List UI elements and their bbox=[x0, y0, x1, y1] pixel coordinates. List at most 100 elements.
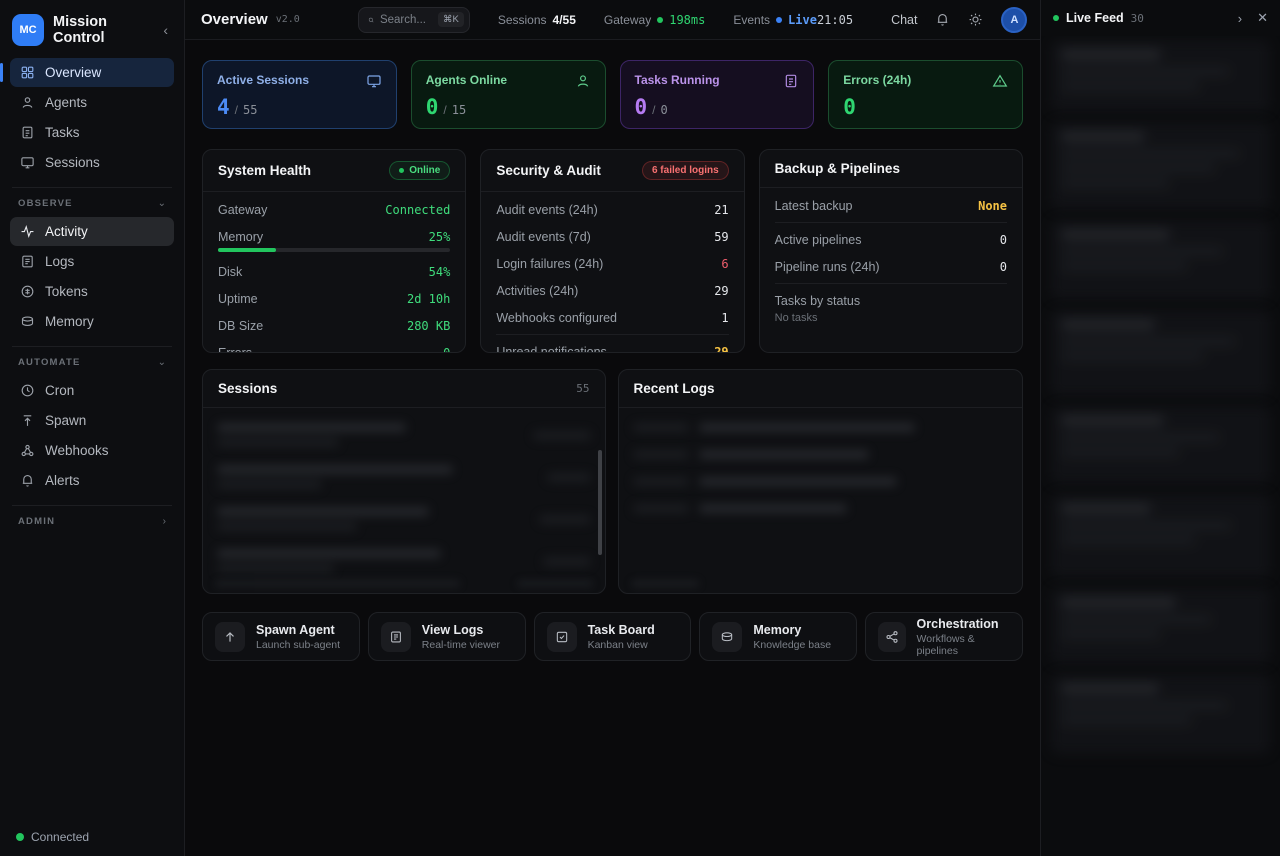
section-label: ADMIN bbox=[18, 516, 55, 527]
theme-toggle-button[interactable] bbox=[968, 12, 983, 27]
sidebar-collapse-icon[interactable]: ‹ bbox=[159, 22, 172, 38]
memory-button[interactable]: Memory Knowledge base bbox=[699, 612, 857, 661]
warning-icon bbox=[992, 73, 1008, 89]
stat-label: Tasks Running bbox=[635, 73, 720, 87]
spawn-agent-button[interactable]: Spawn Agent Launch sub-agent bbox=[202, 612, 360, 661]
log-row[interactable] bbox=[629, 441, 1012, 468]
health-row-errors: Errors 0 bbox=[218, 340, 450, 354]
qa-title: Memory bbox=[753, 623, 831, 637]
view-logs-button[interactable]: View Logs Real-time viewer bbox=[368, 612, 526, 661]
log-row[interactable] bbox=[629, 414, 1012, 441]
sidebar-item-tokens[interactable]: Tokens bbox=[10, 277, 174, 306]
search-icon bbox=[368, 14, 374, 26]
database-icon bbox=[20, 314, 35, 329]
sidebar-item-label: Tokens bbox=[45, 284, 88, 299]
scrollbar[interactable] bbox=[598, 450, 602, 555]
qa-title: View Logs bbox=[422, 623, 500, 637]
feed-item[interactable] bbox=[1051, 40, 1270, 112]
backup-row: Active pipelines 0 bbox=[775, 226, 1007, 253]
stat-card-tasks-running[interactable]: Tasks Running 0 / 0 bbox=[620, 60, 815, 129]
sidebar-item-label: Tasks bbox=[45, 125, 80, 140]
divider bbox=[12, 187, 172, 188]
sidebar-item-spawn[interactable]: Spawn bbox=[10, 406, 174, 435]
sidebar-item-cron[interactable]: Cron bbox=[10, 376, 174, 405]
stat-card-active-sessions[interactable]: Active Sessions 4 / 55 bbox=[202, 60, 397, 129]
live-feed-body bbox=[1041, 36, 1280, 856]
main-area: Overview v2.0 ⌘K Sessions 4/55 Gateway 1… bbox=[185, 0, 1040, 856]
task-board-button[interactable]: Task Board Kanban view bbox=[534, 612, 692, 661]
sidebar-item-tasks[interactable]: Tasks bbox=[10, 118, 174, 147]
sidebar-item-logs[interactable]: Logs bbox=[10, 247, 174, 276]
close-icon[interactable]: ✕ bbox=[1257, 10, 1268, 26]
stat-card-agents-online[interactable]: Agents Online 0 / 15 bbox=[411, 60, 606, 129]
chevron-right-icon[interactable]: › bbox=[1238, 11, 1242, 26]
brand-name: Mission Control bbox=[53, 14, 150, 46]
feed-item[interactable] bbox=[1051, 674, 1270, 754]
qa-subtitle: Knowledge base bbox=[753, 639, 831, 651]
failed-logins-badge: 6 failed logins bbox=[642, 161, 729, 180]
sidebar-item-label: Spawn bbox=[45, 413, 86, 428]
live-feed-panel: Live Feed 30 › ✕ bbox=[1040, 0, 1280, 856]
sidebar-section-admin[interactable]: ADMIN › bbox=[10, 514, 174, 535]
status-dot bbox=[657, 17, 663, 23]
session-row[interactable] bbox=[213, 414, 595, 456]
logs-footer bbox=[619, 580, 1022, 593]
qa-title: Orchestration bbox=[917, 617, 1010, 631]
sessions-count: 55 bbox=[576, 382, 589, 395]
search-box[interactable]: ⌘K bbox=[358, 7, 470, 33]
feed-item[interactable] bbox=[1051, 494, 1270, 578]
feed-item[interactable] bbox=[1051, 310, 1270, 396]
check-square-icon bbox=[555, 630, 569, 644]
stat-cards: Active Sessions 4 / 55 Agents Online 0 / bbox=[202, 60, 1023, 129]
sidebar-item-label: Logs bbox=[45, 254, 74, 269]
qa-subtitle: Kanban view bbox=[588, 639, 655, 651]
session-row[interactable] bbox=[213, 456, 595, 498]
sidebar-item-webhooks[interactable]: Webhooks bbox=[10, 436, 174, 465]
metric-label: Events bbox=[733, 13, 770, 27]
log-row[interactable] bbox=[629, 468, 1012, 495]
sidebar-item-activity[interactable]: Activity bbox=[10, 217, 174, 246]
sessions-footer bbox=[203, 580, 605, 593]
notifications-button[interactable] bbox=[935, 12, 950, 27]
webhook-icon bbox=[20, 443, 35, 458]
document-icon bbox=[783, 73, 799, 89]
chat-button[interactable]: Chat bbox=[871, 13, 917, 27]
sun-icon bbox=[968, 12, 983, 27]
sidebar-item-agents[interactable]: Agents bbox=[10, 88, 174, 117]
feed-item[interactable] bbox=[1051, 406, 1270, 484]
connection-status: Connected bbox=[16, 830, 89, 844]
log-row[interactable] bbox=[629, 495, 1012, 522]
qa-title: Spawn Agent bbox=[256, 623, 340, 637]
metric-value: 4/55 bbox=[553, 13, 576, 27]
live-dot bbox=[1053, 15, 1059, 21]
audit-row: Unread notifications 29 bbox=[496, 338, 728, 353]
recent-logs-card: Recent Logs bbox=[618, 369, 1023, 594]
search-input[interactable] bbox=[380, 14, 432, 26]
metric-sessions: Sessions 4/55 bbox=[498, 13, 576, 27]
metric-gateway: Gateway 198ms bbox=[604, 13, 705, 27]
orchestration-button[interactable]: Orchestration Workflows & pipelines bbox=[865, 612, 1023, 661]
session-row[interactable] bbox=[213, 540, 595, 580]
qa-subtitle: Workflows & pipelines bbox=[917, 633, 1010, 657]
sidebar-item-overview[interactable]: Overview bbox=[10, 58, 174, 87]
stat-total: 55 bbox=[243, 103, 257, 117]
coin-icon bbox=[20, 284, 35, 299]
audit-row: Login failures (24h) 6 bbox=[496, 250, 728, 277]
stat-card-errors[interactable]: Errors (24h) 0 bbox=[828, 60, 1023, 129]
sidebar-section-automate[interactable]: AUTOMATE ⌄ bbox=[10, 355, 174, 376]
database-icon bbox=[720, 630, 734, 644]
session-row[interactable] bbox=[213, 498, 595, 540]
arrow-up-icon bbox=[223, 630, 237, 644]
feed-item[interactable] bbox=[1051, 122, 1270, 210]
sidebar-item-memory[interactable]: Memory bbox=[10, 307, 174, 336]
feed-item[interactable] bbox=[1051, 220, 1270, 300]
bell-icon bbox=[935, 12, 950, 27]
metric-label: Gateway bbox=[604, 13, 651, 27]
avatar[interactable]: A bbox=[1001, 7, 1027, 33]
sidebar-section-observe[interactable]: OBSERVE ⌄ bbox=[10, 196, 174, 217]
quick-actions: Spawn Agent Launch sub-agent View Logs R… bbox=[202, 612, 1023, 661]
security-audit-card: Security & Audit 6 failed logins Audit e… bbox=[480, 149, 744, 353]
feed-item[interactable] bbox=[1051, 588, 1270, 664]
sidebar-item-sessions[interactable]: Sessions bbox=[10, 148, 174, 177]
sidebar-item-alerts[interactable]: Alerts bbox=[10, 466, 174, 495]
